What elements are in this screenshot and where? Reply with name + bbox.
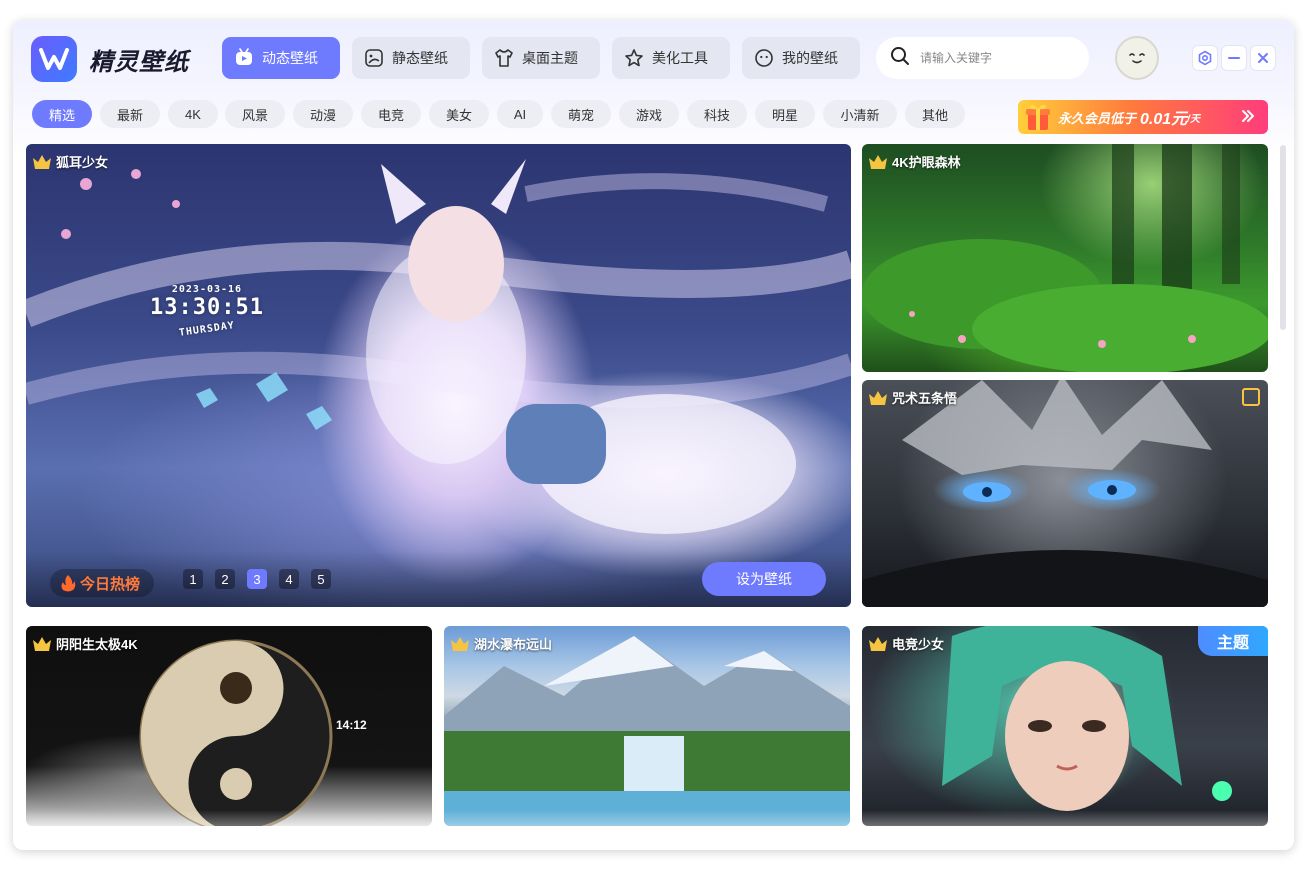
wallpaper-card[interactable]: 14:12 阴阳生太极4K bbox=[26, 626, 432, 826]
wallpaper-card[interactable]: 湖水瀑布远山 bbox=[444, 626, 850, 826]
hero-decor-art bbox=[26, 159, 851, 534]
gift-box-icon bbox=[1018, 100, 1058, 134]
close-icon bbox=[1258, 53, 1268, 63]
clock-time: 13:30:51 bbox=[150, 295, 264, 320]
star-icon bbox=[624, 48, 644, 68]
category-chip[interactable]: 最新 bbox=[100, 100, 160, 128]
card-title-text: 咒术五条悟 bbox=[892, 391, 958, 406]
card-clock: 14:12 bbox=[336, 718, 367, 732]
category-chip[interactable]: 萌宠 bbox=[551, 100, 611, 128]
pager-button[interactable]: 1 bbox=[183, 569, 203, 589]
category-chip[interactable]: 其他 bbox=[905, 100, 965, 128]
hexagon-settings-icon bbox=[1198, 50, 1212, 66]
tshirt-icon bbox=[494, 48, 514, 68]
nav-label: 动态壁纸 bbox=[262, 50, 318, 66]
pager-button[interactable]: 5 bbox=[311, 569, 331, 589]
nav-label: 我的壁纸 bbox=[782, 50, 838, 66]
card-title-text: 阴阳生太极4K bbox=[56, 637, 138, 652]
card-title-text: 电竞少女 bbox=[892, 637, 945, 652]
vip-promo-banner[interactable]: 永久会员低于 0.01元 /天 bbox=[1018, 100, 1268, 134]
crown-icon bbox=[869, 390, 887, 405]
category-chip[interactable]: AI bbox=[497, 100, 543, 128]
app-window: 精灵壁纸 动态壁纸 静态壁纸 桌面主题 美化工具 我的壁纸 请输入关键字 精选 … bbox=[13, 20, 1294, 850]
pager-button-current[interactable]: 3 bbox=[247, 569, 267, 589]
yinyang-decor-art bbox=[139, 639, 333, 826]
minimize-icon bbox=[1228, 57, 1240, 59]
clock-date: 2023-03-16 bbox=[171, 284, 243, 295]
dynamic-badge-icon bbox=[1242, 388, 1260, 406]
card-title: 电竞少女 bbox=[868, 634, 944, 653]
category-chip[interactable]: 4K bbox=[168, 100, 218, 128]
video-icon bbox=[234, 48, 254, 68]
nav-beautify-tools[interactable]: 美化工具 bbox=[612, 37, 730, 79]
card-title: 阴阳生太极4K bbox=[32, 634, 138, 653]
hero-clock-widget: 2023-03-16 13:30:51 THURSDAY bbox=[150, 284, 264, 339]
nav-label: 静态壁纸 bbox=[392, 50, 448, 66]
nav-my-wallpaper[interactable]: 我的壁纸 bbox=[742, 37, 860, 79]
search-icon bbox=[890, 46, 910, 71]
scrollbar-thumb[interactable] bbox=[1280, 145, 1286, 330]
app-brand: 精灵壁纸 bbox=[89, 49, 189, 76]
category-chip[interactable]: 精选 bbox=[32, 100, 92, 128]
set-wallpaper-button[interactable]: 设为壁纸 bbox=[702, 562, 826, 596]
fire-icon bbox=[61, 575, 76, 592]
theme-tag: 主题 bbox=[1198, 626, 1268, 656]
minimize-button[interactable] bbox=[1222, 46, 1246, 70]
crown-icon bbox=[869, 154, 887, 169]
search-input[interactable] bbox=[920, 51, 1070, 65]
category-chip[interactable]: 游戏 bbox=[619, 100, 679, 128]
forest-decor-art bbox=[862, 144, 1268, 372]
category-chip[interactable]: 小清新 bbox=[823, 100, 897, 128]
crown-icon bbox=[33, 154, 51, 169]
hero-wallpaper-card[interactable]: 狐耳少女 2023-03-16 13:30:51 THURSDAY 今日热榜 1… bbox=[26, 144, 851, 607]
wallpaper-card[interactable]: 电竞少女 主题 bbox=[862, 626, 1268, 826]
card-title: 湖水瀑布远山 bbox=[450, 634, 552, 653]
nav-label: 美化工具 bbox=[652, 50, 708, 66]
smile-icon bbox=[754, 48, 774, 68]
hot-label: 今日热榜 bbox=[80, 575, 141, 593]
crown-icon bbox=[869, 636, 887, 651]
app-logo-icon bbox=[31, 36, 77, 82]
pager-button[interactable]: 4 bbox=[279, 569, 299, 589]
card-title: 狐耳少女 bbox=[32, 152, 108, 171]
category-chip[interactable]: 明星 bbox=[755, 100, 815, 128]
chevron-double-right-icon bbox=[1240, 108, 1256, 127]
category-chip[interactable]: 电竞 bbox=[361, 100, 421, 128]
wallpaper-card[interactable]: 咒术五条悟 bbox=[862, 380, 1268, 607]
category-chip[interactable]: 风景 bbox=[225, 100, 285, 128]
category-chip[interactable]: 科技 bbox=[687, 100, 747, 128]
crown-icon bbox=[451, 636, 469, 651]
nav-label: 桌面主题 bbox=[522, 50, 578, 66]
image-icon bbox=[364, 48, 384, 68]
close-button[interactable] bbox=[1251, 46, 1275, 70]
wallpaper-card[interactable]: 4K护眼森林 bbox=[862, 144, 1268, 372]
bottom-fade bbox=[13, 810, 1294, 850]
hero-title: 狐耳少女 bbox=[56, 155, 109, 170]
card-title-text: 4K护眼森林 bbox=[892, 155, 961, 170]
nav-static-wallpaper[interactable]: 静态壁纸 bbox=[352, 37, 470, 79]
user-avatar[interactable] bbox=[1115, 36, 1159, 80]
card-title: 4K护眼森林 bbox=[868, 152, 961, 171]
lake-decor-art bbox=[444, 636, 850, 826]
crown-icon bbox=[33, 636, 51, 651]
promo-text: 永久会员低于 bbox=[1058, 110, 1137, 126]
girl-decor-art bbox=[942, 626, 1232, 811]
card-title: 咒术五条悟 bbox=[868, 388, 957, 407]
promo-price: 0.01元 bbox=[1140, 111, 1188, 128]
nav-desktop-theme[interactable]: 桌面主题 bbox=[482, 37, 600, 79]
category-chip[interactable]: 美女 bbox=[429, 100, 489, 128]
settings-button[interactable] bbox=[1193, 46, 1217, 70]
avatar-face-icon bbox=[1129, 53, 1145, 64]
category-chip[interactable]: 动漫 bbox=[293, 100, 353, 128]
nav-dynamic-wallpaper[interactable]: 动态壁纸 bbox=[222, 37, 340, 79]
card-title-text: 湖水瀑布远山 bbox=[474, 637, 553, 652]
pager-button[interactable]: 2 bbox=[215, 569, 235, 589]
gojo-decor-art bbox=[862, 380, 1268, 607]
search-box[interactable] bbox=[876, 37, 1089, 79]
today-hot-list[interactable]: 今日热榜 bbox=[50, 569, 155, 597]
promo-unit: /天 bbox=[1187, 113, 1200, 125]
